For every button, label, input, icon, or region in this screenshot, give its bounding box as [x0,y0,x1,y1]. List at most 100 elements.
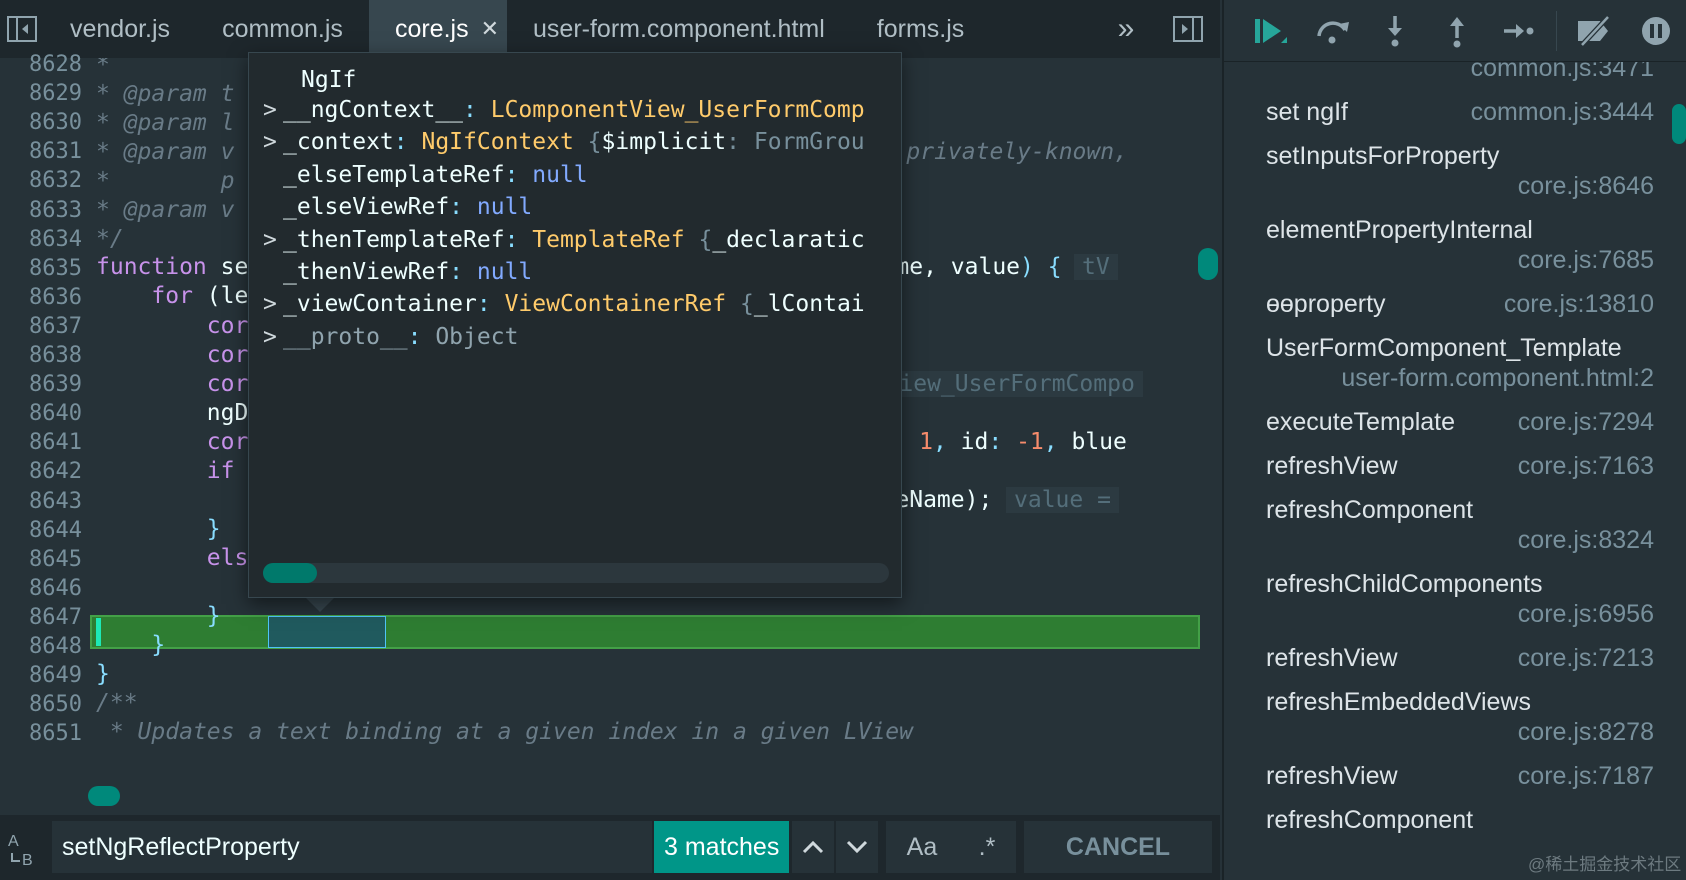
call-stack-scrollbar[interactable] [1672,104,1686,144]
line-number[interactable]: 8638 [0,343,82,368]
deactivate-breakpoints-button[interactable] [1563,0,1625,62]
line-number[interactable]: 8648 [0,634,82,659]
breakpoints-off-icon [1578,14,1610,47]
line-number[interactable]: 8644 [0,518,82,543]
call-frame-location[interactable]: core.js:7685 [1518,246,1654,275]
call-frame-location[interactable]: core.js:8646 [1518,172,1654,201]
next-match-button[interactable] [836,821,878,873]
search-input[interactable] [52,821,652,873]
step-out-icon [1450,16,1464,47]
property-row[interactable]: _elseViewRef: null [263,194,889,220]
call-frame-name[interactable]: refreshView [1266,644,1398,673]
step-button[interactable] [1488,0,1550,62]
property-row[interactable]: > _context: NgIfContext {$implicit: FormG… [263,129,889,155]
variable-preview-popover[interactable]: NgIf > __ngContext__: LComponentView_User… [248,52,902,598]
line-number[interactable]: 8634 [0,227,82,252]
call-frame-name[interactable]: ɵɵproperty [1266,290,1386,319]
line-number[interactable]: 8642 [0,459,82,484]
toggle-navigator-button[interactable] [0,0,44,58]
call-frame-location[interactable]: core.js:8324 [1518,526,1654,555]
expand-chevron-icon[interactable]: > [263,291,283,317]
popover-scroll-thumb[interactable] [263,563,317,583]
call-frame-name[interactable]: refreshChildComponents [1266,570,1543,599]
regex-toggle[interactable]: .* [979,833,996,862]
line-number[interactable]: 8636 [0,285,82,310]
call-frame-name[interactable]: executeTemplate [1266,408,1455,437]
tab-vendor-js[interactable]: vendor.js [44,0,196,58]
call-frame-name[interactable]: refreshView [1266,452,1398,481]
property-row[interactable]: > _thenTemplateRef: TemplateRef {_declara… [263,227,889,253]
line-number[interactable]: 8639 [0,372,82,397]
resume-button[interactable] [1240,0,1302,62]
call-frame-name[interactable]: setInputsForProperty [1266,142,1499,171]
call-frame-location[interactable]: core.js:13810 [1504,290,1654,319]
line-number[interactable]: 8628 [0,52,82,77]
call-frame-name[interactable]: refreshView [1266,762,1398,791]
tab-core-js[interactable]: core.js ✕ [368,0,508,58]
editor-vertical-scrollbar[interactable] [1198,248,1218,280]
call-frame-location[interactable]: common.js:3444 [1471,98,1654,127]
cancel-button[interactable]: CANCEL [1024,821,1212,873]
line-number[interactable]: 8637 [0,314,82,339]
line-number[interactable]: 8632 [0,168,82,193]
property-row[interactable]: > __proto__: Object [263,324,889,350]
line-number[interactable]: 8645 [0,547,82,572]
previous-match-button[interactable] [792,821,834,873]
watermark-text: @稀土掘金技术社区 [1528,855,1682,874]
line-number[interactable]: 8631 [0,139,82,164]
line-number-gutter[interactable]: 8628 8629 8630 8631 8632 8633 8634 8635 8636 8637… [0,52,90,815]
property-extra: { [587,129,602,156]
property-colon: : [504,161,533,188]
call-frame-location[interactable]: core.js:7294 [1518,408,1654,437]
line-number[interactable]: 8649 [0,663,82,688]
line-number[interactable]: 8643 [0,489,82,514]
more-tabs-icon[interactable]: » [1096,0,1156,58]
call-frame-name[interactable]: UserFormComponent_Template [1266,334,1622,363]
property-row[interactable]: _thenViewRef: null [263,259,889,285]
match-case-toggle[interactable]: Aa [907,833,938,862]
call-frame-location[interactable]: core.js:7213 [1518,644,1654,673]
line-number[interactable]: 8647 [0,605,82,630]
line-number[interactable]: 8633 [0,198,82,223]
call-frame-location[interactable]: core.js:7163 [1518,452,1654,481]
line-number[interactable]: 8629 [0,81,82,106]
call-frame-name[interactable]: refreshEmbeddedViews [1266,688,1531,717]
expand-chevron-icon[interactable]: > [263,97,283,123]
step-into-button[interactable] [1364,0,1426,62]
pause-on-exceptions-button[interactable] [1625,0,1686,62]
step-out-button[interactable] [1426,0,1488,62]
call-frame-name[interactable]: refreshComponent [1266,806,1473,835]
property-row[interactable]: _elseTemplateRef: null [263,162,889,188]
tab-user-form-component-html[interactable]: user-form.component.html [507,0,851,58]
code-line: * [96,58,110,78]
code-editor[interactable]: vendor.js common.js core.js ✕ user-form.c… [0,0,1220,880]
tab-forms-js[interactable]: forms.js [851,0,991,58]
call-frame-location[interactable]: core.js:8278 [1518,718,1654,747]
call-frame-location[interactable]: core.js:7187 [1518,762,1654,791]
line-number[interactable]: 8635 [0,256,82,281]
call-frame-name[interactable]: refreshComponent [1266,496,1473,525]
step-over-button[interactable] [1302,0,1364,62]
line-number[interactable]: 8650 [0,692,82,717]
editor-horizontal-scrollbar[interactable] [88,786,120,806]
line-number[interactable]: 8640 [0,401,82,426]
toggle-debugger-button[interactable] [1156,0,1220,58]
expand-chevron-icon[interactable]: > [263,227,283,253]
call-frame-location[interactable]: user-form.component.html:2 [1341,364,1654,393]
popover-horizontal-scrollbar[interactable] [263,563,889,583]
line-number[interactable]: 8630 [0,110,82,135]
line-number[interactable]: 8646 [0,576,82,601]
expand-chevron-icon[interactable]: > [263,324,283,350]
property-row[interactable]: > __ngContext__: LComponentView_UserFormC… [263,97,889,123]
property-row[interactable]: > _viewContainer: ViewContainerRef {_lCon… [263,291,889,317]
call-frame-location[interactable]: core.js:6956 [1518,600,1654,629]
expand-chevron-icon[interactable]: > [263,129,283,155]
line-number[interactable]: 8641 [0,430,82,455]
tab-close-icon[interactable]: ✕ [481,16,499,42]
call-frame-name[interactable]: set ngIf [1266,98,1348,127]
tab-common-js[interactable]: common.js [196,0,369,58]
property-extra: $implicit [601,129,727,156]
line-number[interactable]: 8651 [0,721,82,746]
call-frame-name[interactable]: elementPropertyInternal [1266,216,1533,245]
call-frame-location[interactable]: common.js:3471 [1471,62,1654,83]
